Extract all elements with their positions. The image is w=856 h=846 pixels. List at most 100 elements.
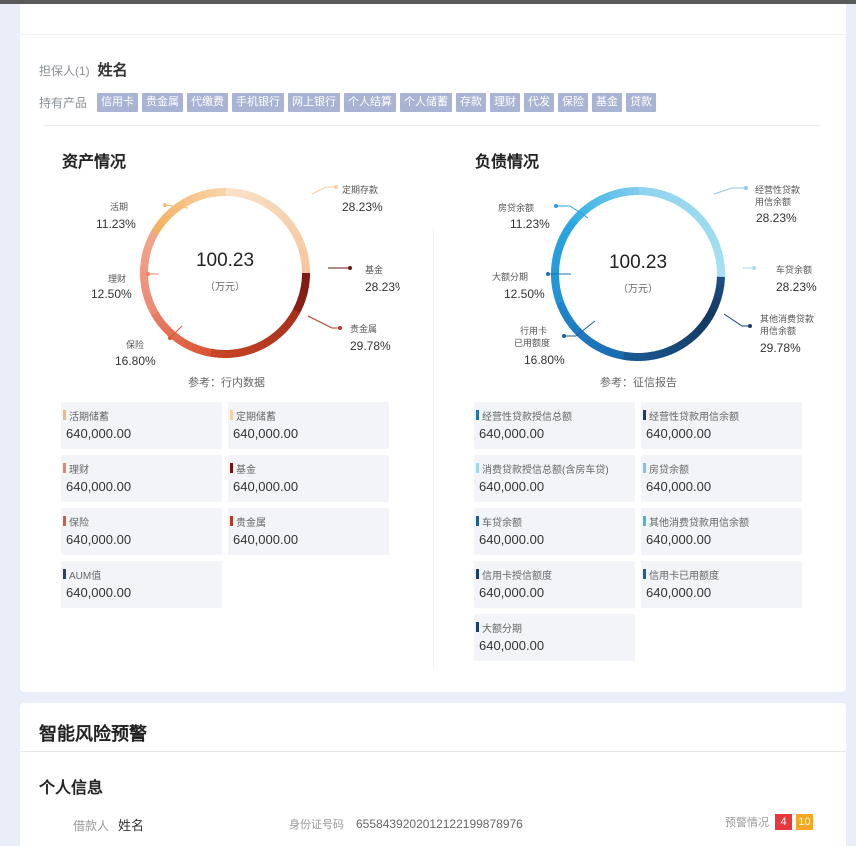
held-products-label: 持有产品 — [39, 95, 88, 110]
detail-color-marker — [230, 516, 233, 526]
asset-label-name: 定期存款 — [342, 184, 378, 195]
detail-box: 基金 640,000.00 — [228, 455, 389, 502]
liability-label-line1: 其他消费贷款 — [760, 313, 814, 324]
detail-color-marker — [476, 569, 479, 579]
assets-donut-chart: 100.23 （万元） 活期 11.23% 定期存款 28.23% 理财 12.… — [91, 184, 400, 368]
detail-amount: 640,000.00 — [646, 479, 712, 494]
assets-total-unit: （万元） — [205, 281, 245, 293]
product-tag[interactable]: 个人储蓄 — [400, 93, 453, 112]
borrower-label: 借款人 — [73, 819, 110, 833]
alert-label: 预警情况 — [725, 817, 769, 829]
liability-label-line2: 已用额度 — [514, 337, 550, 348]
detail-amount: 640,000.00 — [66, 479, 132, 494]
asset-label-pct: 12.50% — [91, 287, 132, 301]
detail-color-marker — [63, 569, 66, 579]
asset-label-name: 理财 — [108, 273, 126, 284]
detail-amount: 640,000.00 — [479, 585, 545, 600]
borrower-row: 借款人 姓名 — [73, 815, 144, 834]
detail-amount: 640,000.00 — [66, 532, 132, 547]
liability-label-name: 大额分期 — [492, 271, 528, 282]
detail-color-marker — [63, 516, 66, 526]
liability-label-line2: 用信余额 — [760, 325, 796, 336]
detail-amount: 640,000.00 — [479, 426, 545, 441]
detail-box: 定期储蓄 640,000.00 — [228, 402, 389, 449]
detail-name: 信用卡授信额度 — [482, 571, 552, 582]
detail-amount: 640,000.00 — [646, 426, 712, 441]
risk-warning-card: 智能风险预警 个人信息 借款人 姓名 身份证号码 655843920201212… — [20, 703, 846, 846]
detail-color-marker — [230, 410, 233, 420]
product-tag[interactable]: 贵金属 — [142, 93, 184, 112]
guarantor-label: 担保人(1) — [39, 64, 90, 78]
detail-amount: 640,000.00 — [233, 479, 299, 494]
detail-name: 信用卡已用额度 — [649, 571, 719, 582]
detail-box: 活期储蓄 640,000.00 — [61, 402, 222, 449]
product-tag[interactable]: 贷款 — [626, 93, 657, 112]
asset-label-pct: 29.78% — [350, 339, 391, 353]
alert-count-red-badge[interactable]: 4 — [775, 814, 792, 830]
detail-color-marker — [476, 410, 479, 420]
detail-name: 经营性贷款用信余额 — [649, 412, 739, 423]
assets-title: 资产情况 — [62, 154, 127, 171]
detail-name: 定期储蓄 — [236, 412, 276, 423]
product-tag[interactable]: 代缴费 — [187, 93, 229, 112]
asset-label-name: 活期 — [110, 201, 128, 212]
detail-box: 经营性贷款授信总额 640,000.00 — [474, 402, 635, 449]
asset-label-pct: 16.80% — [115, 354, 156, 368]
detail-name: 保险 — [69, 518, 89, 529]
detail-box: 保险 640,000.00 — [61, 508, 222, 555]
detail-name: 大额分期 — [482, 624, 522, 635]
liability-label-pct: 28.23% — [756, 211, 797, 225]
detail-color-marker — [643, 410, 646, 420]
borrower-name: 姓名 — [118, 818, 145, 833]
detail-box: 消费贷款授信总额(含房车贷) 640,000.00 — [474, 455, 635, 502]
id-number-row: 身份证号码 6558439202012122199878976 — [289, 816, 523, 832]
liability-label-pct: 29.78% — [760, 341, 801, 355]
liability-label-name: 房贷余额 — [498, 202, 534, 213]
asset-label-pct: 11.23% — [96, 217, 136, 231]
held-products-row: 持有产品 信用卡 贵金属 代缴费 手机银行 网上银行 个人结算 个人储蓄 存款 理财 代发 保险 基金… — [39, 92, 660, 112]
product-tag-list: 信用卡 贵金属 代缴费 手机银行 网上银行 个人结算 个人储蓄 存款 理财 代发 保险 基金 贷款 — [97, 92, 660, 112]
detail-name: 理财 — [69, 465, 89, 476]
asset-label-pct: 28.23% — [365, 280, 400, 294]
detail-amount: 640,000.00 — [233, 532, 299, 547]
product-tag[interactable]: 网上银行 — [288, 93, 341, 112]
personal-info-title: 个人信息 — [39, 780, 104, 797]
asset-label-name: 贵金属 — [350, 323, 377, 334]
detail-name: 经营性贷款授信总额 — [482, 412, 572, 423]
detail-name: 车贷余额 — [482, 518, 522, 529]
detail-name: 消费贷款授信总额(含房车贷) — [482, 465, 609, 476]
detail-amount: 640,000.00 — [479, 479, 545, 494]
detail-box: 信用卡已用额度 640,000.00 — [641, 561, 802, 608]
detail-amount: 640,000.00 — [233, 426, 299, 441]
product-tag[interactable]: 基金 — [592, 93, 623, 112]
detail-amount: 640,000.00 — [646, 585, 712, 600]
asset-label-pct: 28.23% — [342, 200, 383, 214]
product-tag[interactable]: 个人结算 — [344, 93, 397, 112]
detail-amount: 640,000.00 — [646, 532, 712, 547]
product-tag[interactable]: 保险 — [558, 93, 589, 112]
detail-color-marker — [476, 622, 479, 632]
detail-color-marker — [643, 569, 646, 579]
alert-status: 预警情况 4 10 — [725, 814, 817, 830]
detail-color-marker — [230, 463, 233, 473]
detail-box: 车贷余额 640,000.00 — [474, 508, 635, 555]
detail-color-marker — [63, 463, 66, 473]
liability-label-pct: 12.50% — [504, 287, 545, 301]
detail-amount: 640,000.00 — [479, 638, 545, 653]
asset-label-name: 基金 — [365, 264, 383, 275]
guarantor-row: 担保人(1) 姓名 — [39, 59, 128, 80]
product-tag[interactable]: 手机银行 — [232, 93, 285, 112]
alert-count-orange-badge[interactable]: 10 — [796, 814, 813, 830]
detail-name: 贵金属 — [236, 518, 266, 529]
divider — [44, 125, 820, 126]
detail-box: 经营性贷款用信余额 640,000.00 — [641, 402, 802, 449]
assets-total-value: 100.23 — [196, 250, 254, 271]
product-tag[interactable]: 信用卡 — [97, 93, 139, 112]
assets-reference-note: 参考：行内数据 — [188, 377, 265, 389]
product-tag[interactable]: 代发 — [524, 93, 555, 112]
detail-name: 其他消费贷款用信余额 — [649, 518, 749, 529]
product-tag[interactable]: 存款 — [456, 93, 487, 112]
detail-color-marker — [476, 463, 479, 473]
product-tag[interactable]: 理财 — [490, 93, 521, 112]
detail-box: 大额分期 640,000.00 — [474, 614, 635, 661]
